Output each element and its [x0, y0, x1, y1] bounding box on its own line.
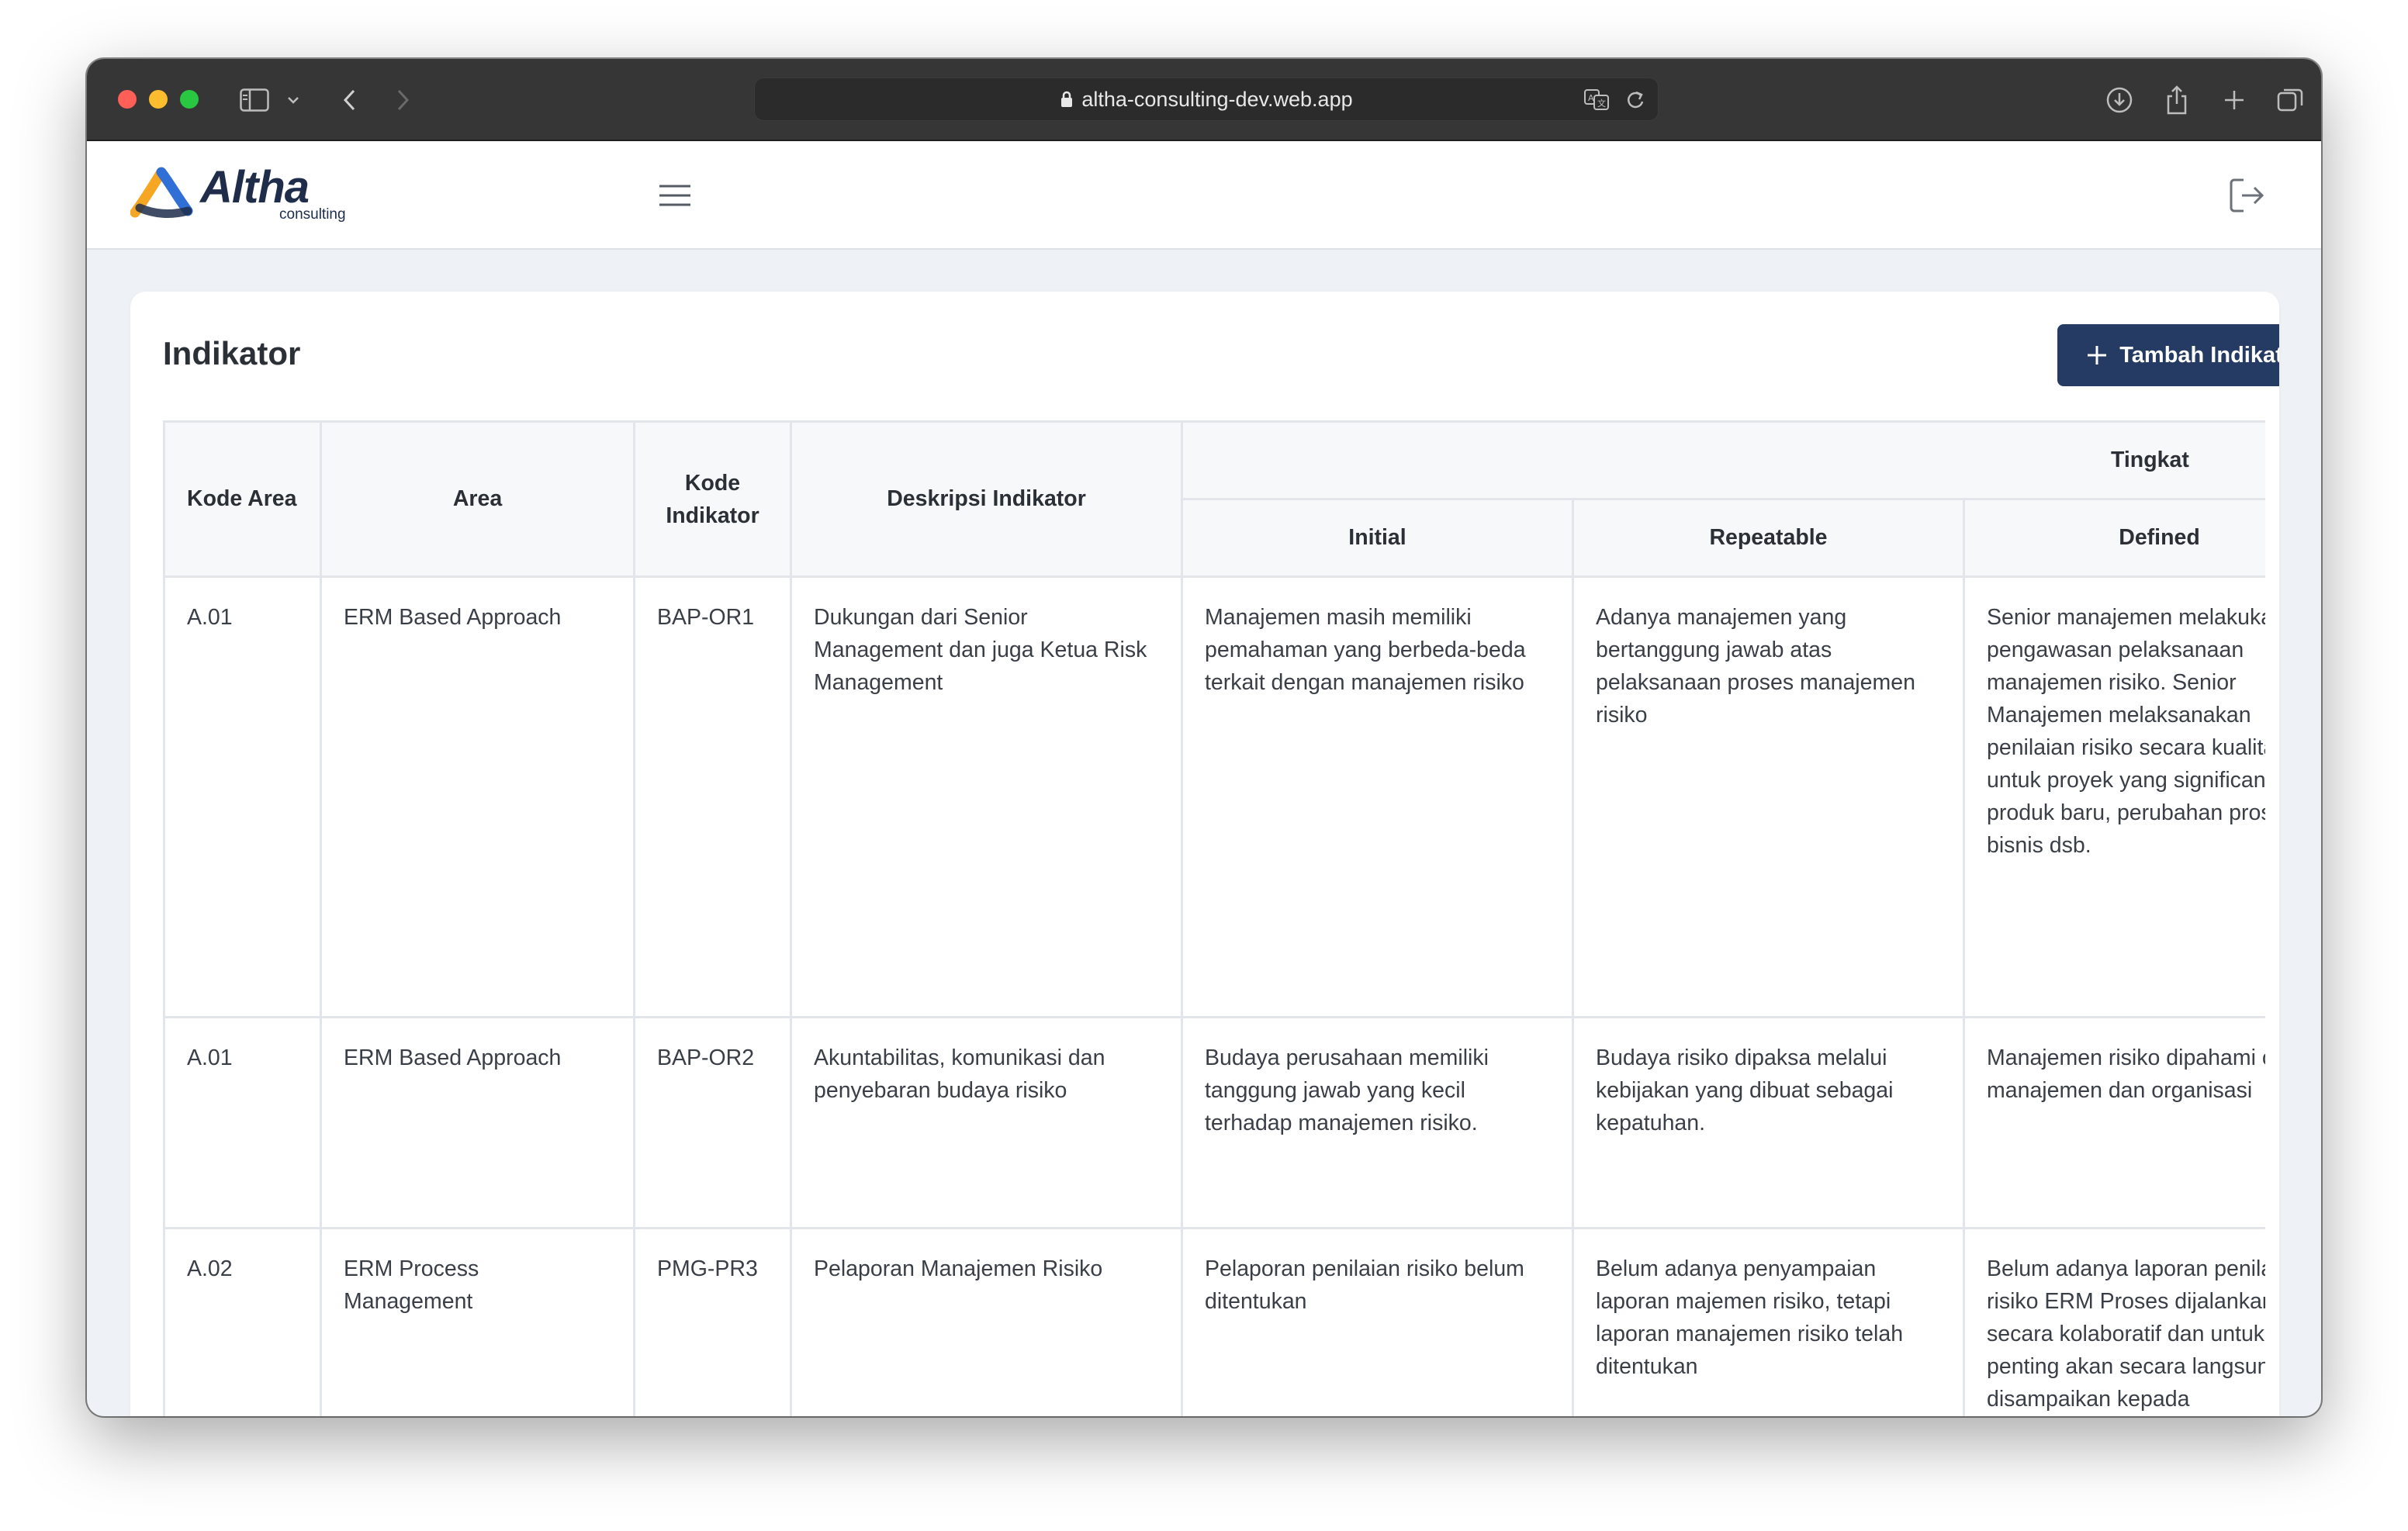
cell-kode-indikator: BAP-OR2 [633, 1016, 792, 1229]
menu-hamburger-icon[interactable] [656, 177, 694, 214]
header-level-initial: Initial [1181, 498, 1574, 578]
indikator-table: Kode Area Area Kode Indikator Deskripsi … [163, 420, 2265, 1416]
header-level-repeatable: Repeatable [1572, 498, 1965, 578]
cell-kode-area: A.02 [163, 1227, 322, 1416]
share-icon[interactable] [2161, 85, 2192, 116]
cell-initial: Budaya perusahaan memiliki tanggung jawa… [1181, 1016, 1574, 1229]
logo-mark-icon [130, 167, 193, 218]
logout-icon[interactable] [2226, 175, 2267, 216]
cell-repeatable: Budaya risiko dipaksa melalui kebijakan … [1572, 1016, 1965, 1229]
indikator-card: Indikator Tambah Indikator Kode Area Are… [130, 292, 2279, 1416]
app-header: Altha consulting [87, 141, 2321, 250]
back-icon[interactable] [340, 85, 358, 116]
cell-deskripsi: Akuntabilitas, komunikasi dan penyebaran… [790, 1016, 1183, 1229]
cell-kode-indikator: BAP-OR1 [633, 575, 792, 1018]
svg-text:文: 文 [1597, 98, 1606, 109]
header-kode-indikator: Kode Indikator [633, 420, 792, 578]
cell-defined: Manajemen risiko dipahami oleh manajemen… [1963, 1016, 2265, 1229]
window-maximize-button[interactable] [180, 90, 199, 109]
chevron-down-icon[interactable] [285, 85, 301, 116]
add-indikator-button[interactable]: Tambah Indikator [2057, 324, 2279, 386]
cell-deskripsi: Dukungan dari Senior Management dan juga… [790, 575, 1183, 1018]
logo-subtext: consulting [279, 206, 346, 223]
cell-repeatable: Adanya manajemen yang bertanggung jawab … [1572, 575, 1965, 1018]
plus-icon [2088, 346, 2107, 365]
tab-overview-icon[interactable] [2275, 85, 2306, 116]
window-minimize-button[interactable] [149, 90, 168, 109]
logo-wordmark: Altha [200, 162, 310, 213]
url-text: altha-consulting-dev.web.app [1081, 87, 1353, 111]
browser-titlebar: altha-consulting-dev.web.app A文 [87, 59, 2321, 141]
cell-kode-area: A.01 [163, 575, 322, 1018]
cell-repeatable: Belum adanya penyampaian laporan majemen… [1572, 1227, 1965, 1416]
header-deskripsi: Deskripsi Indikator [790, 420, 1183, 578]
cell-defined: Belum adanya laporan penilaian risiko ER… [1963, 1227, 2265, 1416]
page-title: Indikator [163, 335, 301, 372]
add-indikator-label: Tambah Indikator [2119, 342, 2279, 368]
table-row: A.02 ERM Process Management PMG-PR3 Pela… [163, 1227, 2265, 1416]
forward-icon[interactable] [394, 85, 413, 116]
translate-icon[interactable]: A文 [1583, 88, 1610, 116]
cell-kode-indikator: PMG-PR3 [633, 1227, 792, 1416]
cell-area: ERM Process Management [320, 1227, 635, 1416]
browser-window: altha-consulting-dev.web.app A文 Altha co… [87, 59, 2321, 1416]
cell-kode-area: A.01 [163, 1016, 322, 1229]
cell-initial: Manajemen masih memiliki pemahaman yang … [1181, 575, 1574, 1018]
new-tab-icon[interactable] [2219, 85, 2250, 116]
altha-logo[interactable]: Altha consulting [130, 161, 346, 231]
table-row: A.01 ERM Based Approach BAP-OR2 Akuntabi… [163, 1016, 2265, 1229]
download-icon[interactable] [2104, 85, 2135, 116]
address-bar[interactable]: altha-consulting-dev.web.app A文 [754, 78, 1659, 121]
reload-icon[interactable] [1625, 88, 1645, 116]
header-area: Area [320, 420, 635, 578]
header-kode-area: Kode Area [163, 420, 322, 578]
sidebar-toggle-icon[interactable] [239, 85, 270, 116]
indikator-table-wrapper[interactable]: Kode Area Area Kode Indikator Deskripsi … [163, 420, 2265, 1416]
cell-area: ERM Based Approach [320, 1016, 635, 1229]
header-kode-indikator-label: Kode Indikator [666, 470, 759, 528]
header-tingkat: Tingkat [1180, 420, 2265, 500]
svg-text:A: A [1588, 93, 1594, 103]
cell-area: ERM Based Approach [320, 575, 635, 1018]
window-close-button[interactable] [118, 90, 137, 109]
cell-defined: Senior manajemen melakukan pengawasan pe… [1963, 575, 2265, 1018]
cell-deskripsi: Pelaporan Manajemen Risiko [790, 1227, 1183, 1416]
header-level-defined: Defined [1963, 498, 2265, 578]
table-row: A.01 ERM Based Approach BAP-OR1 Dukungan… [163, 575, 2265, 1018]
cell-initial: Pelaporan penilaian risiko belum ditentu… [1181, 1227, 1574, 1416]
lock-icon [1060, 90, 1074, 109]
